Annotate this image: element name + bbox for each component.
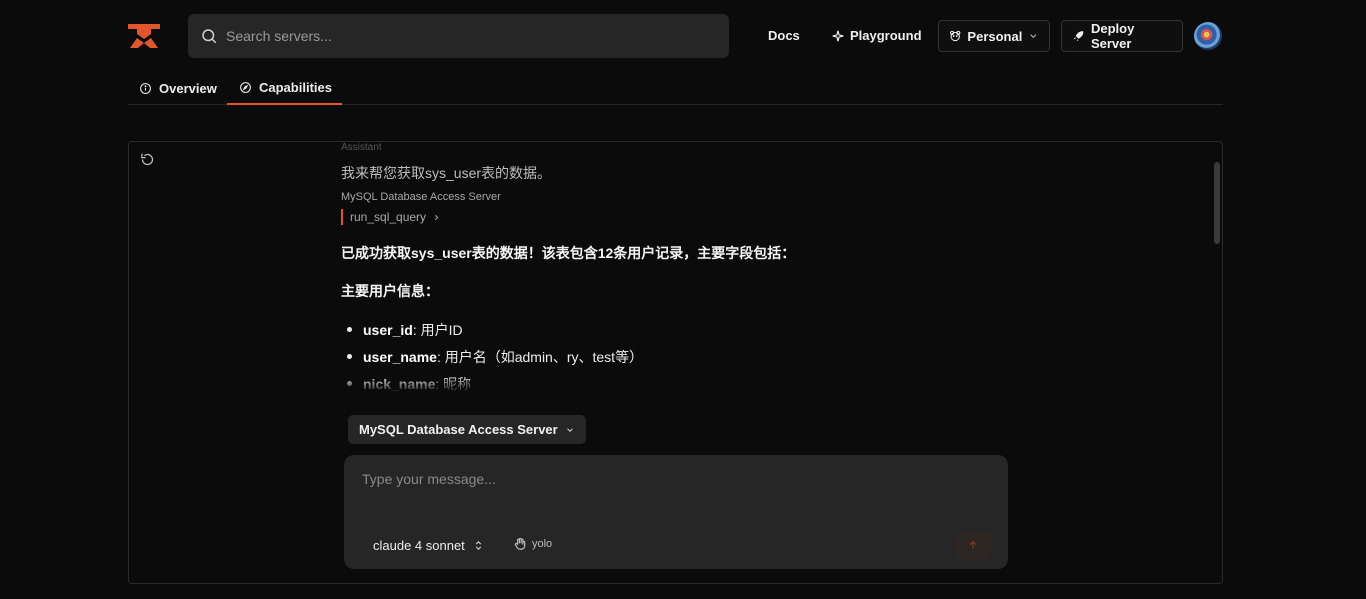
chevron-right-icon [435,214,439,220]
tab-bar: Overview Capabilities [128,72,1223,105]
scrollbar[interactable] [1213,147,1221,401]
top-bar: Docs Playground Personal Deploy Server [0,0,1366,72]
chevron-down-icon [1030,34,1037,38]
message-composer: claude 4 sonnet yolo [344,455,1008,569]
tool-call-name: run_sql_query [350,210,427,224]
brand-logo-icon[interactable] [128,24,160,48]
send-button[interactable] [956,531,990,559]
server-selector-label: MySQL Database Access Server [359,422,558,437]
docs-link[interactable]: Docs [768,28,800,43]
message-role: Assistant [341,142,382,153]
deploy-label: Deploy Server [1090,21,1135,51]
yolo-toggle[interactable]: yolo [513,537,552,551]
docs-label: Docs [768,28,800,43]
model-selector[interactable]: claude 4 sonnet [373,538,484,553]
list-item: user_id: 用户ID [341,316,643,343]
search-input[interactable] [226,28,706,44]
yolo-label: yolo [532,538,553,550]
section-title: 主要用户信息： [341,283,439,299]
conversation: Assistant 我来帮您获取sys_user表的数据。 MySQL Data… [341,142,1001,400]
playground-label: Playground [850,28,922,43]
hand-icon [514,537,526,550]
bear-face-icon [950,30,961,42]
field-name: user_name [363,348,437,365]
tab-capabilities[interactable]: Capabilities [227,72,342,105]
field-desc: : 用户名（如admin、ry、test等） [436,348,644,365]
tab-capabilities-label: Capabilities [259,80,332,95]
deploy-server-button[interactable]: Deploy Server [1061,20,1183,52]
info-icon [140,83,151,94]
search-icon [202,29,217,44]
chat-panel: Assistant 我来帮您获取sys_user表的数据。 MySQL Data… [128,141,1223,584]
model-label: claude 4 sonnet [373,538,465,553]
workspace-selector[interactable]: Personal [938,20,1050,52]
assistant-intro: 我来帮您获取sys_user表的数据。 [341,165,552,181]
field-desc: : 用户ID [412,321,463,338]
rocket-icon [1073,31,1084,41]
user-avatar[interactable] [1194,22,1222,50]
playground-link[interactable]: Playground [831,28,922,43]
field-name: user_id [363,321,413,338]
chevron-down-icon [566,427,573,432]
list-item: user_name: 用户名（如admin、ry、test等） [341,343,643,370]
chevrons-up-down-icon [475,541,481,550]
workspace-label: Personal [967,28,1023,44]
refresh-icon[interactable] [140,152,155,167]
tab-overview-label: Overview [159,81,217,96]
message-input[interactable] [362,471,982,511]
arrow-up-icon [969,540,977,549]
compass-icon [240,82,251,93]
search-bar[interactable] [188,14,729,58]
result-summary: 已成功获取sys_user表的数据！该表包含12条用户记录，主要字段包括： [341,245,796,261]
tool-call-toggle[interactable]: run_sql_query [341,209,441,225]
tab-overview[interactable]: Overview [139,72,229,105]
scroll-fade [341,378,1001,400]
sparkle-icon [832,30,844,41]
tool-server-name: MySQL Database Access Server [341,191,501,203]
scrollbar-thumb[interactable] [1214,162,1220,244]
server-selector[interactable]: MySQL Database Access Server [348,415,586,444]
